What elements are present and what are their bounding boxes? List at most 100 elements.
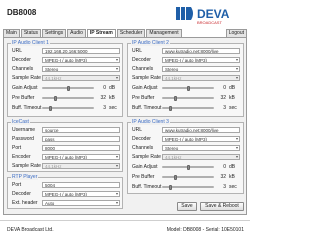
timeout-value: 3 xyxy=(103,105,106,111)
timeout-label: Buff. Timeout xyxy=(12,105,42,111)
ip-client-2-prebuffer-slider[interactable] xyxy=(162,96,214,101)
ip-client-1-channels-select[interactable]: Stereo xyxy=(42,66,120,72)
ip-client-1-channels-row: Channels Stereo xyxy=(8,65,122,73)
ip-client-3-url-input[interactable]: www.kutradio.net:8000/live xyxy=(162,127,240,133)
sample-rate-label: Sample Rate xyxy=(12,163,41,169)
ip-client-2-samplerate-row: Sample Rate 44.1kHz xyxy=(128,74,243,82)
ip-client-2-decoder-select[interactable]: MPEG-I / auto (MP3) xyxy=(162,57,240,63)
save-reboot-button[interactable]: Save & Reboot xyxy=(200,202,244,211)
slider-thumb[interactable] xyxy=(174,175,177,180)
slider-thumb[interactable] xyxy=(186,86,190,91)
ip-client-2-channels-select[interactable]: Stereo xyxy=(162,66,240,72)
timeout-unit: sec xyxy=(229,184,237,190)
ip-client-1-gain-slider[interactable] xyxy=(42,86,94,91)
ip-client-1-decoder-select[interactable]: MPEG-I / auto (MP3) xyxy=(42,57,120,63)
timeout-unit: sec xyxy=(229,105,237,111)
rtp-ext-header-select[interactable]: Auto xyxy=(42,200,120,206)
logo-subtext: BROADCAST xyxy=(197,20,222,25)
tab-settings[interactable]: Settings xyxy=(42,29,67,37)
sample-rate-label: Sample Rate xyxy=(132,75,161,81)
icecast-password-input[interactable]: pass xyxy=(42,136,120,142)
url-label: URL xyxy=(132,127,143,133)
icecast-panel: IceCast Username source Password pass Po… xyxy=(7,120,123,172)
channels-label: Channels xyxy=(12,66,34,72)
tab-bar: Main Status Settings Audio IP Stream Sch… xyxy=(3,29,247,37)
gain-unit: dB xyxy=(229,85,236,91)
rtp-decoder-select[interactable]: MPEG-I / auto (MP3) xyxy=(42,191,120,197)
prebuffer-value: 32 xyxy=(100,95,106,101)
slider-thumb[interactable] xyxy=(169,185,172,190)
tab-status[interactable]: Status xyxy=(20,29,42,37)
tab-main[interactable]: Main xyxy=(3,29,20,37)
ip-client-3-title: IP Audio Client 3 xyxy=(131,119,170,125)
tab-scheduler[interactable]: Scheduler xyxy=(116,29,146,37)
gain-label: Gain Adjust xyxy=(132,164,158,170)
slider-thumb[interactable] xyxy=(49,106,52,111)
ip-client-2-gain-slider[interactable] xyxy=(162,86,214,91)
prebuffer-value: 32 xyxy=(220,95,226,101)
url-label: URL xyxy=(132,48,143,54)
ip-client-1-gain-row: Gain Adjust 0 dB xyxy=(8,84,122,92)
encoder-label: Encoder xyxy=(12,154,31,160)
gain-label: Gain Adjust xyxy=(12,85,38,91)
tab-ip-stream[interactable]: IP Stream xyxy=(86,29,116,37)
icecast-samplerate-select[interactable]: 44.1kHz xyxy=(42,163,120,169)
ip-client-2-decoder-row: Decoder MPEG-I / auto (MP3) xyxy=(128,56,243,64)
ip-client-3-url-row: URL www.kutradio.net:8000/live xyxy=(128,126,243,134)
port-label: Port xyxy=(12,182,22,188)
ip-client-2-channels-row: Channels Stereo xyxy=(128,65,243,73)
ip-client-2-panel: IP Audio Client 2 URL www.kutradio.net:8… xyxy=(127,40,244,117)
prebuffer-label: Pre Buffer xyxy=(132,95,155,101)
ip-client-1-prebuffer-slider[interactable] xyxy=(42,96,94,101)
save-button[interactable]: Save xyxy=(177,202,197,211)
decoder-label: Decoder xyxy=(132,136,151,142)
icecast-username-input[interactable]: source xyxy=(42,127,120,133)
ip-client-3-gain-slider[interactable] xyxy=(162,165,214,170)
ip-client-3-channels-row: Channels Stereo xyxy=(128,144,243,152)
rtp-player-title: RTP Player xyxy=(11,174,39,180)
icecast-encoder-row: Encoder MPEG-I / auto (MP3) xyxy=(8,153,122,161)
ip-client-1-prebuffer-row: Pre Buffer 32 kB xyxy=(8,94,122,102)
ip-client-2-samplerate-select[interactable]: 44.1kHz xyxy=(162,75,240,81)
ip-client-1-samplerate-select[interactable]: 44.1kHz xyxy=(42,75,120,81)
slider-thumb[interactable] xyxy=(169,106,172,111)
rtp-player-panel: RTP Player Port 5004 Decoder MPEG-I / au… xyxy=(7,174,123,209)
deva-logo: DEVA BROADCAST xyxy=(176,7,230,25)
url-label: URL xyxy=(12,48,23,54)
tab-audio[interactable]: Audio xyxy=(67,29,86,37)
icecast-port-input[interactable]: 8000 xyxy=(42,145,120,151)
slider-thumb[interactable] xyxy=(66,86,70,91)
icecast-encoder-select[interactable]: MPEG-I / auto (MP3) xyxy=(42,154,120,160)
ip-client-2-url-input[interactable]: www.kutradio.net:8000/live xyxy=(162,48,240,54)
tab-management[interactable]: Management xyxy=(146,29,182,37)
ip-client-3-panel: IP Audio Client 3 URL www.kutradio.net:8… xyxy=(127,119,244,194)
ip-client-3-channels-select[interactable]: Stereo xyxy=(162,145,240,151)
ip-client-2-timeout-slider[interactable] xyxy=(162,106,214,111)
icecast-password-row: Password pass xyxy=(8,135,122,143)
slider-thumb[interactable] xyxy=(54,96,57,101)
tab-logout[interactable]: Logout xyxy=(225,29,247,37)
gain-unit: dB xyxy=(109,85,116,91)
ip-client-1-timeout-slider[interactable] xyxy=(42,106,94,111)
rtp-port-input[interactable]: 5004 xyxy=(42,182,120,188)
ip-client-1-url-input[interactable]: 192.168.20.166:5000 xyxy=(42,48,120,54)
ip-client-1-timeout-row: Buff. Timeout 3 sec xyxy=(8,104,122,112)
password-label: Password xyxy=(12,136,34,142)
ip-client-1-url-row: URL 192.168.20.166:5000 xyxy=(8,47,122,55)
prebuffer-unit: kB xyxy=(229,95,235,101)
logo-text: DEVA xyxy=(197,7,230,21)
ip-client-3-timeout-slider[interactable] xyxy=(162,185,214,190)
icecast-username-row: Username source xyxy=(8,126,122,134)
ip-client-3-samplerate-select[interactable]: 44.1kHz xyxy=(162,154,240,160)
footer-company: DEVA Broadcast Ltd. xyxy=(7,227,54,233)
slider-thumb[interactable] xyxy=(186,165,190,170)
ip-client-3-prebuffer-slider[interactable] xyxy=(162,175,214,180)
gain-value: 0 xyxy=(223,164,226,170)
gain-value: 0 xyxy=(223,85,226,91)
ip-client-1-samplerate-row: Sample Rate 44.1kHz xyxy=(8,74,122,82)
ip-client-1-decoder-row: Decoder MPEG-I / auto (MP3) xyxy=(8,56,122,64)
ip-client-2-title: IP Audio Client 2 xyxy=(131,40,170,46)
ip-client-3-decoder-select[interactable]: MPEG-I / auto (MP3) xyxy=(162,136,240,142)
gain-label: Gain Adjust xyxy=(132,85,158,91)
slider-thumb[interactable] xyxy=(174,96,177,101)
